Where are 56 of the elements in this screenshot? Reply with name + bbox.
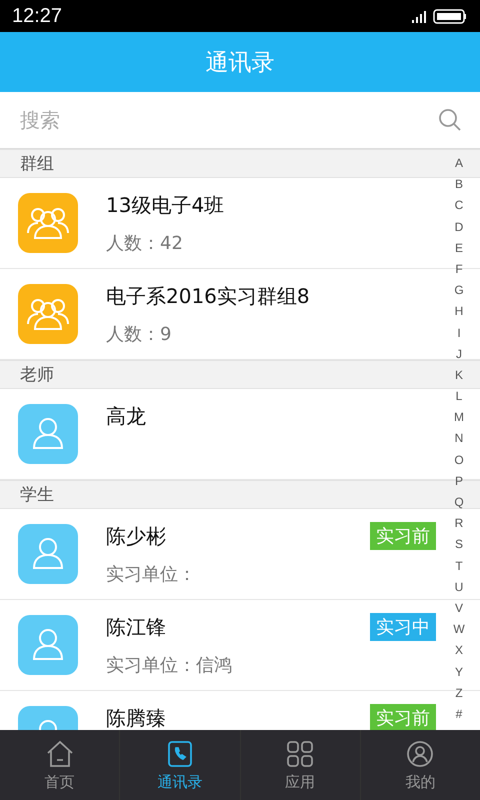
index-letter[interactable]: V	[454, 598, 463, 620]
person-avatar-icon	[18, 404, 78, 464]
contact-detail: 人数：42	[106, 232, 184, 255]
contact-name[interactable]: 陈江锋	[106, 614, 370, 641]
contact-detail: 实习单位：信鸿	[106, 654, 233, 677]
index-letter[interactable]: B	[454, 174, 463, 196]
index-letter[interactable]: Y	[454, 662, 463, 683]
index-letter[interactable]: E	[454, 238, 463, 259]
person-avatar-icon	[18, 615, 78, 675]
nav-tab[interactable]: 我的	[360, 730, 480, 800]
index-letter[interactable]: U	[454, 576, 464, 598]
status-tag: 实习前	[370, 522, 436, 550]
index-letter[interactable]: D	[454, 216, 464, 238]
contact-detail: 人数：9	[106, 323, 172, 346]
index-letter[interactable]: N	[454, 428, 464, 450]
search-icon[interactable]	[438, 108, 462, 132]
index-letter[interactable]: C	[454, 195, 464, 217]
index-letter[interactable]: M	[454, 407, 464, 428]
contact-name[interactable]: 13级电子4班	[106, 192, 436, 219]
index-letter[interactable]: P	[454, 470, 463, 492]
index-letter[interactable]: Z	[455, 682, 463, 704]
index-letter[interactable]: J	[456, 344, 462, 365]
home-icon	[44, 738, 75, 768]
index-letter[interactable]: O	[454, 450, 464, 471]
group-avatar-icon	[18, 193, 78, 253]
status-tag: 实习中	[370, 613, 436, 641]
group-avatar-icon	[18, 284, 78, 344]
index-letter[interactable]: S	[454, 534, 463, 556]
index-letter[interactable]: G	[454, 280, 464, 302]
person-avatar-icon	[18, 524, 78, 584]
signal-battery-icon	[412, 8, 468, 24]
status-tag: 实习前	[370, 704, 436, 730]
index-letter[interactable]: R	[454, 513, 464, 534]
index-letter[interactable]: F	[455, 258, 463, 280]
contact-name[interactable]: 电子系2016实习群组8	[106, 283, 436, 310]
index-letter[interactable]: #	[456, 704, 462, 726]
grid-icon	[285, 738, 316, 768]
user-icon	[405, 738, 436, 768]
index-letter[interactable]: L	[456, 386, 462, 408]
nav-tab[interactable]: 应用	[240, 730, 361, 800]
index-letter[interactable]: K	[454, 364, 463, 386]
index-letter[interactable]: I	[457, 322, 461, 344]
index-letter[interactable]: T	[455, 556, 463, 577]
status-time: 12:27	[12, 4, 62, 28]
contact-name[interactable]: 陈腾臻	[106, 705, 370, 730]
nav-tab[interactable]: 首页	[0, 730, 120, 800]
header-title: 通讯录	[206, 48, 274, 78]
index-letter[interactable]: X	[454, 640, 463, 662]
index-letter[interactable]: Q	[454, 492, 464, 514]
index-letter[interactable]: A	[454, 153, 463, 174]
contact-name[interactable]: 高龙	[106, 403, 436, 430]
index-letter[interactable]: H	[454, 301, 464, 322]
contact-detail: 实习单位：	[106, 563, 197, 586]
contact-name[interactable]: 陈少彬	[106, 523, 370, 550]
nav-tab[interactable]: 通讯录	[120, 730, 240, 800]
index-letter[interactable]: W	[453, 619, 465, 640]
